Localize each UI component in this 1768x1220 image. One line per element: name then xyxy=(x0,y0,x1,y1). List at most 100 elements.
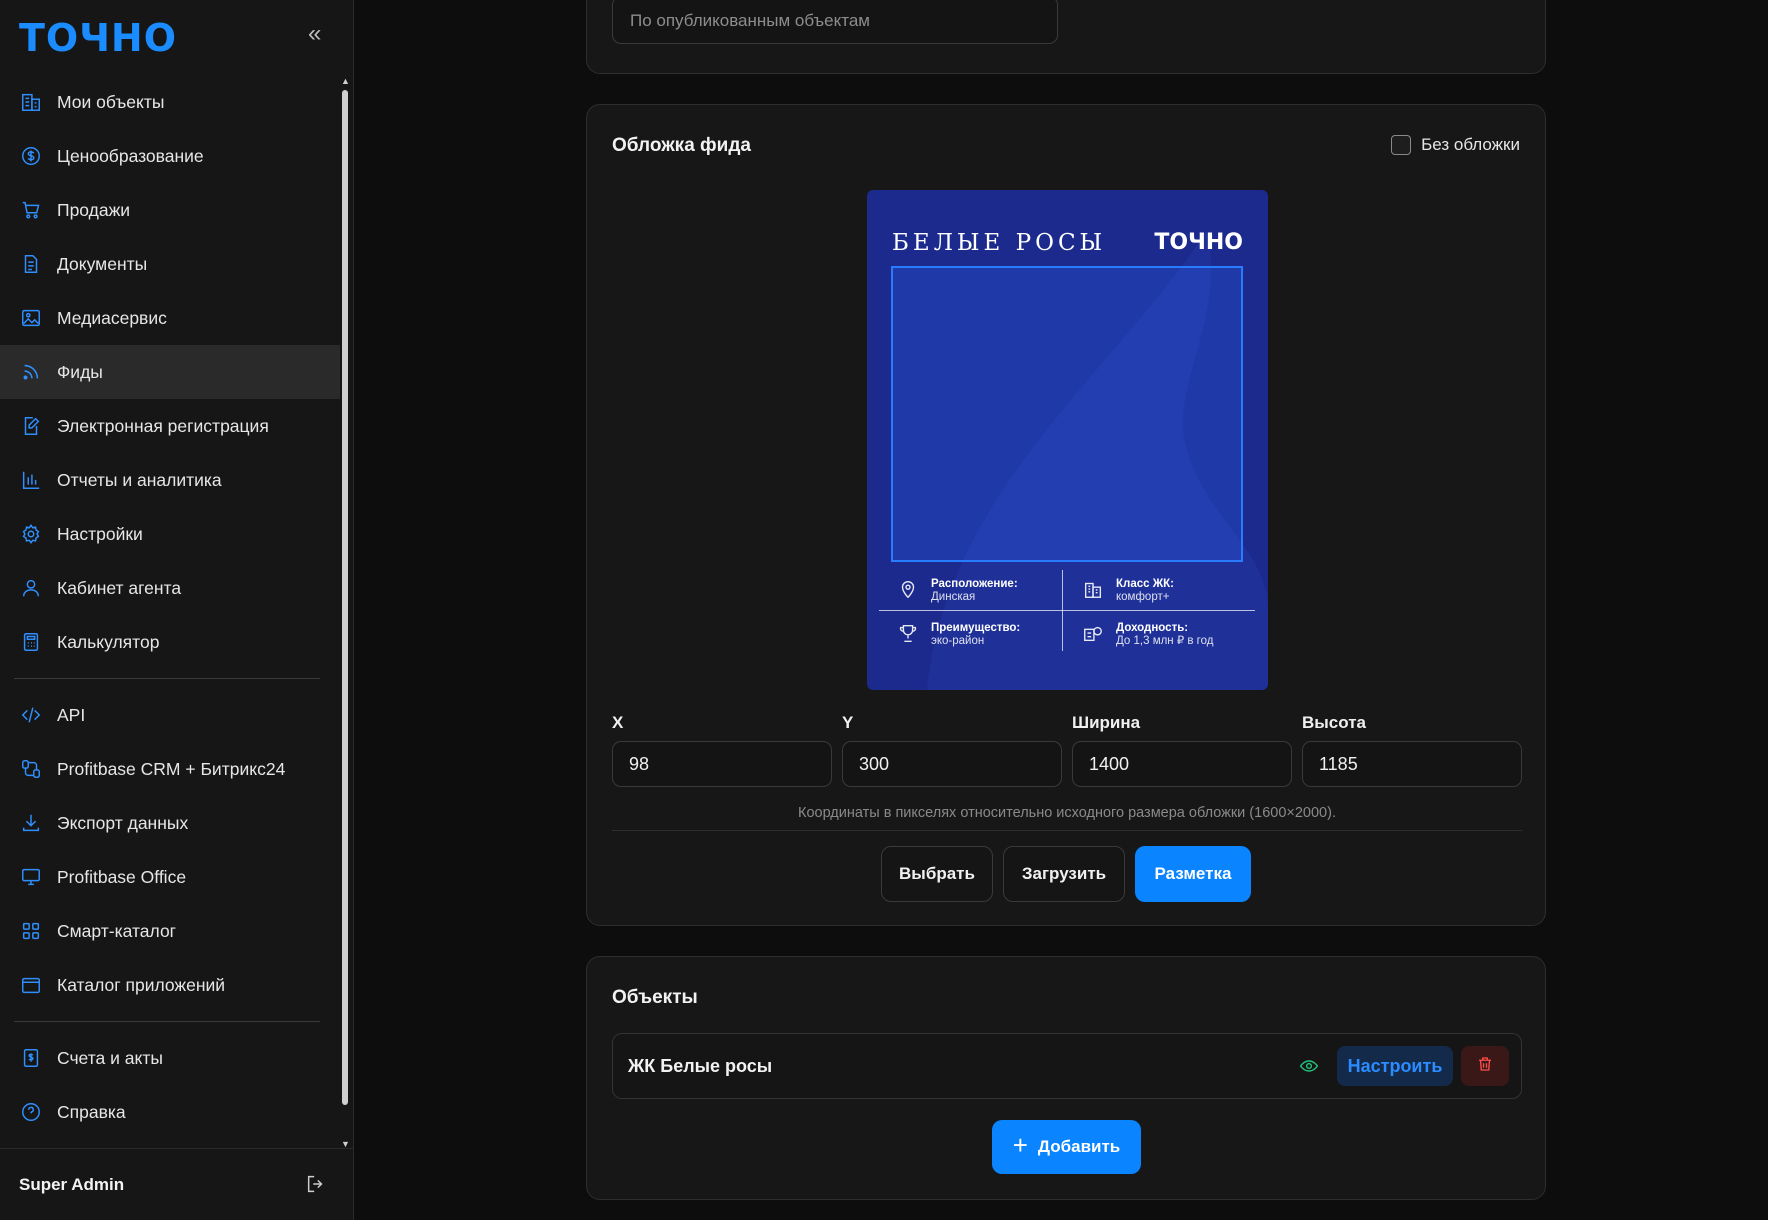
eye-icon[interactable] xyxy=(1299,1056,1319,1081)
user-bar: Super Admin xyxy=(0,1148,354,1220)
width-label: Ширина xyxy=(1072,713,1141,732)
yield-label: Доходность: xyxy=(1116,622,1189,634)
sidebar-item-e-registration[interactable]: Электронная регистрация xyxy=(0,399,340,453)
sidebar-item-label: Справка xyxy=(57,1101,126,1122)
sidebar-item-app-catalog[interactable]: Каталог приложений xyxy=(0,958,340,1012)
sidebar-item-feeds[interactable]: Фиды xyxy=(0,345,340,399)
code-icon xyxy=(19,703,43,727)
integration-icon xyxy=(19,757,43,781)
sidebar-item-reports[interactable]: Отчеты и аналитика xyxy=(0,453,340,507)
sidebar-item-label: Настройки xyxy=(57,523,143,544)
no-cover-label: Без обложки xyxy=(1421,135,1520,154)
cover-section-title: Обложка фида xyxy=(612,135,751,156)
cover-logo: ТОЧНО xyxy=(1154,230,1243,255)
object-name: ЖК Белые росы xyxy=(628,1056,773,1076)
sidebar-item-label: Кабинет агента xyxy=(57,577,182,598)
sidebar-item-label: Каталог приложений xyxy=(57,974,226,995)
sidebar-item-settings[interactable]: Настройки xyxy=(0,507,340,561)
sidebar-item-help[interactable]: Справка xyxy=(0,1085,340,1139)
trash-icon xyxy=(1476,1055,1494,1078)
trophy-icon xyxy=(897,622,919,644)
sidebar-item-pricing[interactable]: Ценообразование xyxy=(0,129,340,183)
advantage-label: Преимущество: xyxy=(931,622,1021,634)
download-icon xyxy=(19,811,43,835)
scroll-thumb[interactable] xyxy=(342,90,348,1105)
upload-button[interactable]: Загрузить xyxy=(1003,846,1125,902)
feed-cover-card: Обложка фида Без обложки БЕЛЫЕ РОСЫ ТОЧН… xyxy=(586,104,1546,926)
app-window-icon xyxy=(19,973,43,997)
sidebar-item-invoices[interactable]: Счета и акты xyxy=(0,1031,340,1085)
collapse-sidebar-icon[interactable]: « xyxy=(308,20,321,48)
sidebar-item-office[interactable]: Profitbase Office xyxy=(0,850,340,904)
y-input[interactable]: 300 xyxy=(842,741,1062,787)
sidebar-item-calculator[interactable]: Калькулятор xyxy=(0,615,340,669)
sidebar-item-smart-catalog[interactable]: Смарт-каталог xyxy=(0,904,340,958)
height-input[interactable]: 1185 xyxy=(1302,741,1522,787)
cover-divider xyxy=(612,830,1522,831)
sidebar-item-label: Документы xyxy=(57,253,148,274)
sidebar-item-label: Смарт-каталог xyxy=(57,920,177,941)
edit-document-icon xyxy=(19,414,43,438)
app-logo[interactable]: ТОЧНО xyxy=(19,16,177,60)
sidebar-item-documents[interactable]: Документы xyxy=(0,237,340,291)
sidebar-item-label: Медиасервис xyxy=(57,307,167,328)
sidebar-nav: Мои объекты Ценообразование Продажи Доку… xyxy=(0,75,340,1139)
x-input[interactable]: 98 xyxy=(612,741,832,787)
sidebar-item-export[interactable]: Экспорт данных xyxy=(0,796,340,850)
coins-icon xyxy=(1082,622,1104,644)
cover-info-class: Класс ЖК: комфорт+ xyxy=(1082,578,1174,604)
cover-info-yield: Доходность: До 1,3 млн ₽ в год xyxy=(1082,622,1213,648)
cover-project-name: БЕЛЫЕ РОСЫ xyxy=(892,230,1107,256)
sidebar-item-label: API xyxy=(57,704,86,725)
scroll-up-arrow-icon[interactable]: ▲ xyxy=(341,76,350,86)
help-icon xyxy=(19,1100,43,1124)
building-icon xyxy=(19,90,43,114)
add-object-button[interactable]: + Добавить xyxy=(992,1120,1141,1174)
cover-divider-vertical xyxy=(1062,570,1063,651)
sidebar-item-label: Ценообразование xyxy=(57,145,204,166)
sidebar-item-label: Profitbase Office xyxy=(57,866,187,887)
class-label: Класс ЖК: xyxy=(1116,578,1174,590)
advantage-value: эко-район xyxy=(931,635,985,647)
document-icon xyxy=(19,252,43,276)
publication-filter-select[interactable]: По опубликованным объектам xyxy=(612,0,1058,44)
cover-preview[interactable]: БЕЛЫЕ РОСЫ ТОЧНО Расположение: Динская Кл… xyxy=(867,190,1268,690)
calculator-icon xyxy=(19,630,43,654)
sidebar-item-label: Мои объекты xyxy=(57,91,165,112)
layout-button[interactable]: Разметка xyxy=(1135,846,1251,902)
sidebar-item-label: Счета и акты xyxy=(57,1047,163,1068)
sidebar-item-api[interactable]: API xyxy=(0,688,340,742)
cover-info-location: Расположение: Динская xyxy=(897,578,1018,604)
user-name: Super Admin xyxy=(19,1174,125,1194)
yield-value: До 1,3 млн ₽ в год xyxy=(1116,635,1214,647)
gear-icon xyxy=(19,522,43,546)
sidebar-item-my-objects[interactable]: Мои объекты xyxy=(0,75,340,129)
invoice-icon xyxy=(19,1046,43,1070)
logout-icon[interactable] xyxy=(305,1173,327,1200)
sidebar-item-agent-cabinet[interactable]: Кабинет агента xyxy=(0,561,340,615)
height-label: Высота xyxy=(1302,713,1366,732)
grid-icon xyxy=(19,919,43,943)
width-input[interactable]: 1400 xyxy=(1072,741,1292,787)
sidebar-item-label: Электронная регистрация xyxy=(57,415,269,436)
no-cover-toggle[interactable]: Без обложки xyxy=(1391,135,1520,155)
rss-icon xyxy=(19,360,43,384)
sidebar-scrollbar[interactable]: ▲ ▼ xyxy=(341,76,350,1149)
sidebar-item-crm-bitrix[interactable]: Profitbase CRM + Битрикс24 xyxy=(0,742,340,796)
layout-frame[interactable] xyxy=(891,266,1243,562)
cart-icon xyxy=(19,198,43,222)
no-cover-checkbox[interactable] xyxy=(1391,135,1412,155)
cover-info-advantage: Преимущество: эко-район xyxy=(897,622,1020,648)
choose-button[interactable]: Выбрать xyxy=(881,846,993,902)
delete-button[interactable] xyxy=(1461,1046,1509,1086)
image-icon xyxy=(19,306,43,330)
x-label: X xyxy=(612,713,624,732)
sidebar-item-sales[interactable]: Продажи xyxy=(0,183,340,237)
sidebar-item-media[interactable]: Медиасервис xyxy=(0,291,340,345)
y-label: Y xyxy=(842,713,854,732)
sidebar-item-label: Продажи xyxy=(57,199,131,220)
configure-button[interactable]: Настроить xyxy=(1337,1046,1453,1086)
plus-icon: + xyxy=(1012,1130,1028,1160)
objects-card: Объекты ЖК Белые росы Настроить + Добави… xyxy=(586,956,1546,1200)
bar-chart-icon xyxy=(19,468,43,492)
